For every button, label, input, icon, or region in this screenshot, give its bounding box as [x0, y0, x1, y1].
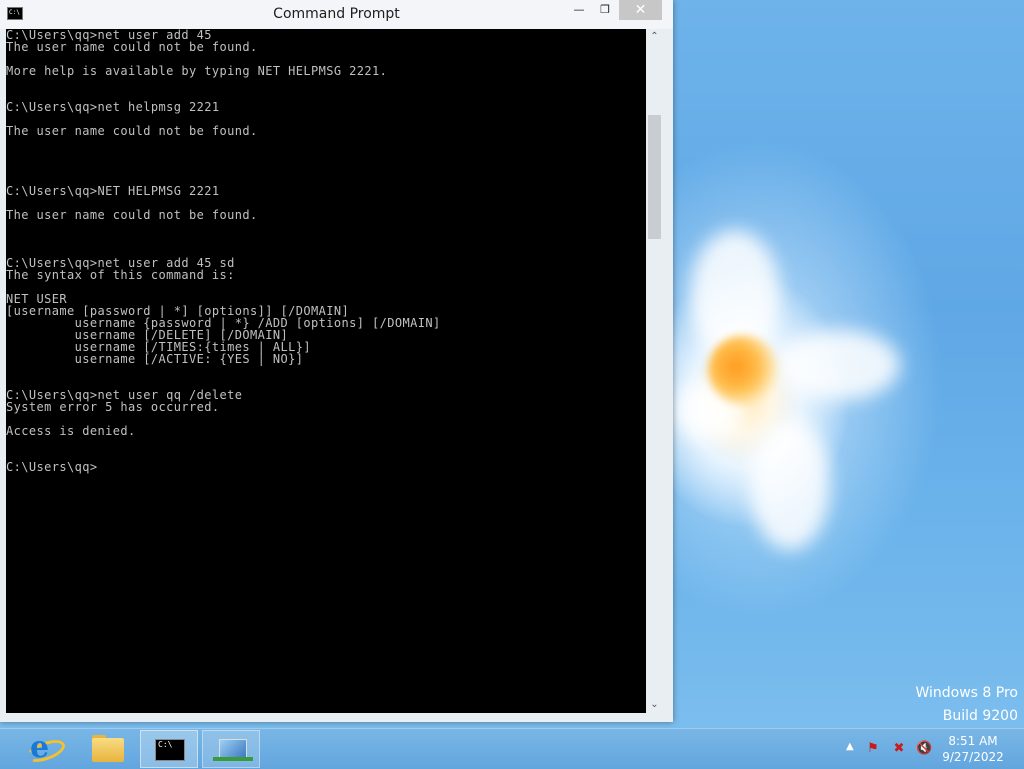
console-text[interactable]: C:\Users\qq>net user add 45 The user nam…	[6, 29, 646, 473]
volume-muted-icon[interactable]: 🔇	[916, 742, 932, 756]
clock-time: 8:51 AM	[948, 734, 998, 748]
network-error-icon[interactable]: ✖	[892, 742, 906, 756]
folder-icon	[92, 738, 124, 762]
scroll-thumb[interactable]	[648, 115, 661, 239]
clock-date: 9/27/2022	[942, 750, 1004, 764]
windows-build-watermark: Build 9200	[942, 708, 1018, 724]
ie-icon: e	[30, 730, 50, 765]
console-output[interactable]: C:\Users\qq>net user add 45 The user nam…	[6, 29, 646, 713]
cmd-icon: C:\	[155, 739, 185, 761]
vertical-scrollbar[interactable]: ⌃ ⌄	[646, 29, 663, 713]
system-clock[interactable]: 8:51 AM 9/27/2022	[938, 733, 1008, 765]
close-button[interactable]: ✕	[619, 0, 662, 20]
scroll-up-icon[interactable]: ⌃	[646, 29, 663, 45]
flower-center	[708, 335, 778, 405]
action-center-flag-icon[interactable]: ⚑	[866, 742, 880, 756]
network-cable-icon	[213, 757, 253, 761]
restore-button[interactable]: ❐	[592, 0, 618, 20]
network-icon	[219, 739, 247, 759]
taskbar-file-explorer[interactable]	[80, 730, 138, 768]
taskbar: e C:\ ▲ ⚑ ✖ 🔇 8:51 AM 9/27/2022	[0, 728, 1024, 769]
command-prompt-window[interactable]: C:\ Command Prompt — ❐ ✕ C:\Users\qq>net…	[0, 0, 673, 722]
taskbar-command-prompt[interactable]: C:\	[140, 730, 198, 768]
taskbar-network-app[interactable]	[202, 730, 260, 768]
taskbar-internet-explorer[interactable]: e	[18, 730, 76, 768]
title-bar[interactable]: C:\ Command Prompt — ❐ ✕	[0, 0, 673, 29]
flower-petal	[780, 330, 900, 400]
scroll-down-icon[interactable]: ⌄	[646, 697, 663, 713]
flower-petal	[750, 420, 830, 550]
minimize-button[interactable]: —	[566, 0, 592, 20]
tray-expand-icon[interactable]: ▲	[846, 741, 854, 752]
windows-edition-watermark: Windows 8 Pro	[915, 685, 1018, 701]
